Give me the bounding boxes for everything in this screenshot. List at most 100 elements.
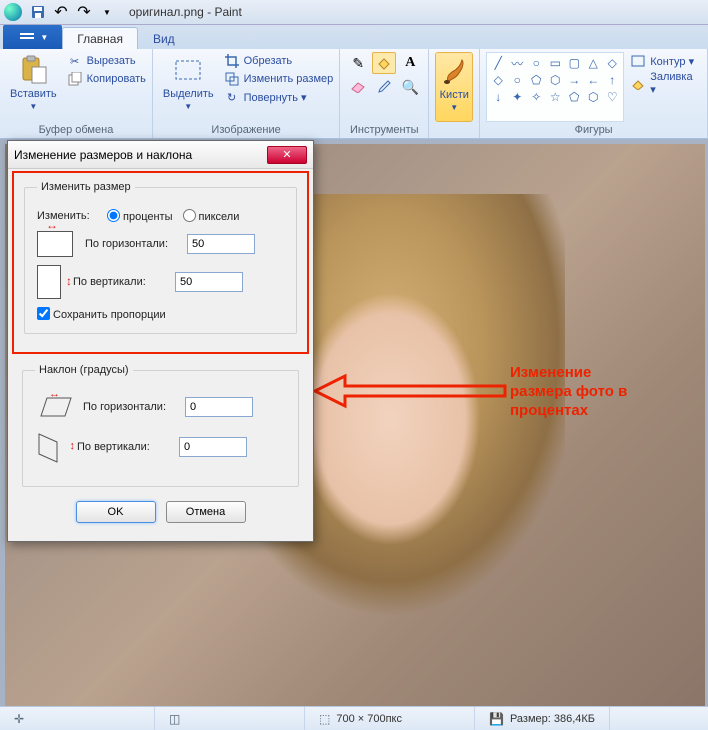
group-shapes: ╱〰○▭▢△◇ ◇○⬠⬡→←↑ ↓✦✧☆⬠⬡♡ Контур ▾ Заливка…	[480, 49, 708, 138]
resize-highlight-box: Изменить размер Изменить: проценты пиксе…	[12, 171, 309, 354]
status-filesize: 💾Размер: 386,4КБ	[475, 707, 610, 730]
save-icon[interactable]	[28, 2, 48, 22]
crop-button[interactable]: Обрезать	[224, 52, 334, 70]
paste-icon	[17, 54, 49, 86]
skew-horizontal-field: ↔ По горизонтали:	[35, 394, 286, 420]
cut-icon: ✂	[67, 53, 83, 69]
horizontal-resize-icon: ↔	[37, 231, 73, 257]
chevron-down-icon: ▼	[29, 102, 37, 111]
skew-vertical-icon: ↕	[35, 428, 65, 466]
vertical-resize-icon: ↕	[37, 265, 61, 299]
radio-pixels[interactable]: пиксели	[183, 209, 240, 223]
skew-vertical-label: По вертикали:	[77, 441, 167, 453]
resize-legend: Изменить размер	[37, 181, 135, 193]
shape-fill-button[interactable]: Заливка ▾	[630, 70, 701, 97]
skew-fieldset: Наклон (градусы) ↔ По горизонтали: ↕ По …	[22, 364, 299, 487]
resize-dialog: Изменение размеров и наклона ✕ Изменить …	[7, 140, 314, 542]
resize-by-row: Изменить: проценты пиксели	[37, 209, 284, 223]
outline-icon	[630, 53, 646, 69]
chevron-down-icon: ▼	[184, 102, 192, 111]
tools-grid: ✎ A 🔍	[346, 52, 422, 122]
tab-view[interactable]: Вид	[138, 27, 190, 49]
save-icon: 💾	[489, 712, 504, 726]
cancel-button[interactable]: Отмена	[166, 501, 246, 523]
group-label-clipboard: Буфер обмена	[6, 122, 146, 136]
skew-vertical-field: ↕ По вертикали:	[35, 428, 286, 466]
keep-aspect-input[interactable]	[37, 307, 50, 320]
window-title: оригинал.png - Paint	[129, 5, 242, 19]
rotate-button[interactable]: ↻Повернуть ▾	[224, 88, 334, 106]
title-bar: ↶ ↷ ▼ оригинал.png - Paint	[0, 0, 708, 25]
status-dimensions: ⬚700 × 700пкс	[305, 707, 475, 730]
radio-pixels-input[interactable]	[183, 209, 196, 222]
resize-fieldset: Изменить размер Изменить: проценты пиксе…	[24, 181, 297, 334]
vertical-field: ↕ По вертикали:	[37, 265, 284, 299]
skew-legend: Наклон (градусы)	[35, 364, 133, 376]
status-cursor: ✛	[0, 707, 155, 730]
radio-percent[interactable]: проценты	[107, 209, 173, 223]
dialog-buttons: OK Отмена	[22, 497, 299, 527]
vertical-input[interactable]	[175, 272, 243, 292]
select-icon	[172, 54, 204, 86]
text-tool-icon[interactable]: A	[398, 52, 422, 74]
brush-icon	[438, 55, 470, 87]
file-menu-button[interactable]: ▼	[3, 25, 62, 49]
tab-main[interactable]: Главная	[62, 27, 138, 49]
shape-outline-button[interactable]: Контур ▾	[630, 52, 701, 70]
horizontal-label: По горизонтали:	[85, 238, 175, 250]
undo-icon[interactable]: ↶	[51, 2, 71, 22]
eraser-tool-icon[interactable]	[346, 76, 370, 98]
group-label-tools: Инструменты	[346, 122, 422, 136]
group-brushes: Кисти ▼	[429, 49, 480, 138]
ribbon-tabs: ▼ Главная Вид	[0, 25, 708, 49]
keep-aspect-checkbox[interactable]: Сохранить пропорции	[37, 309, 166, 321]
selection-size-icon: ◫	[169, 712, 180, 726]
fill-tool-icon[interactable]	[372, 52, 396, 74]
annotation-arrow-icon	[310, 371, 510, 411]
vertical-label: По вертикали:	[73, 276, 163, 288]
skew-horizontal-icon: ↔	[35, 394, 71, 420]
group-label-image: Изображение	[159, 122, 333, 136]
annotation-text: Изменение размера фото в процентах	[510, 364, 627, 420]
copy-button[interactable]: Копировать	[67, 70, 146, 88]
group-tools: ✎ A 🔍 Инструменты	[340, 49, 429, 138]
resize-icon	[224, 71, 240, 87]
quick-access-toolbar: ↶ ↷ ▼	[28, 2, 117, 22]
chevron-down-icon: ▼	[450, 103, 458, 112]
qat-more-icon[interactable]: ▼	[97, 2, 117, 22]
close-button[interactable]: ✕	[267, 146, 307, 164]
redo-icon[interactable]: ↷	[74, 2, 94, 22]
status-bar: ✛ ◫ ⬚700 × 700пкс 💾Размер: 386,4КБ	[0, 706, 708, 730]
skew-vertical-input[interactable]	[179, 437, 247, 457]
dialog-title: Изменение размеров и наклона	[14, 148, 192, 162]
ribbon: Вставить ▼ ✂Вырезать Копировать Буфер об…	[0, 49, 708, 139]
app-icon	[4, 3, 22, 21]
group-image: Выделить ▼ Обрезать Изменить размер ↻Пов…	[153, 49, 340, 138]
paste-button[interactable]: Вставить ▼	[6, 52, 61, 122]
horizontal-input[interactable]	[187, 234, 255, 254]
cursor-pos-icon: ✛	[14, 712, 24, 726]
skew-horizontal-label: По горизонтали:	[83, 401, 173, 413]
select-button[interactable]: Выделить ▼	[159, 52, 218, 122]
copy-icon	[67, 71, 83, 87]
pencil-tool-icon[interactable]: ✎	[346, 52, 370, 74]
group-clipboard: Вставить ▼ ✂Вырезать Копировать Буфер об…	[0, 49, 153, 138]
zoom-tool-icon[interactable]: 🔍	[398, 76, 422, 98]
picker-tool-icon[interactable]	[372, 76, 396, 98]
status-selection: ◫	[155, 707, 305, 730]
dimensions-icon: ⬚	[319, 712, 330, 726]
resize-button[interactable]: Изменить размер	[224, 70, 334, 88]
group-label-shapes: Фигуры	[486, 122, 701, 136]
group-label-brushes	[435, 122, 473, 136]
horizontal-field: ↔ По горизонтали:	[37, 231, 284, 257]
crop-icon	[224, 53, 240, 69]
cut-button[interactable]: ✂Вырезать	[67, 52, 146, 70]
dialog-title-bar[interactable]: Изменение размеров и наклона ✕	[8, 141, 313, 169]
skew-horizontal-input[interactable]	[185, 397, 253, 417]
fill-icon	[630, 76, 646, 92]
rotate-icon: ↻	[224, 89, 240, 105]
shapes-gallery[interactable]: ╱〰○▭▢△◇ ◇○⬠⬡→←↑ ↓✦✧☆⬠⬡♡	[486, 52, 624, 122]
ok-button[interactable]: OK	[76, 501, 156, 523]
brushes-button[interactable]: Кисти ▼	[435, 52, 473, 122]
radio-percent-input[interactable]	[107, 209, 120, 222]
